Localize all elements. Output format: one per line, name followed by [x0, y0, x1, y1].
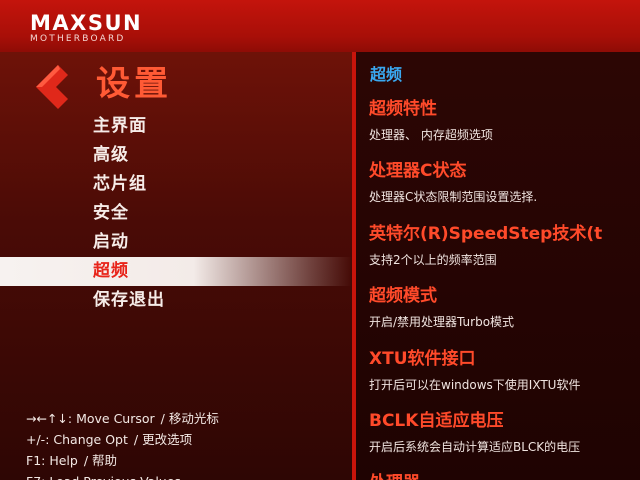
key-hint: +/-: Change Opt / 更改选项 [26, 429, 219, 450]
key-legend: →←↑↓: Move Cursor / 移动光标 +/-: Change Opt /… [26, 408, 219, 480]
option-description: 处理器、 内存超频选项 [369, 128, 493, 142]
option-title: 英特尔(R)SpeedStep技术(t [369, 224, 603, 244]
key-name: F1: Help [26, 453, 78, 468]
brand-name: MAXSUN [30, 11, 143, 35]
key-hint: F1: Help / 帮助 [26, 450, 219, 471]
menu-item-main[interactable]: 主界面 [0, 112, 352, 141]
option-description: 支持2个以上的频率范围 [369, 253, 497, 267]
back-arrow-icon[interactable] [28, 62, 78, 112]
section-title: 超频 [370, 65, 403, 84]
key-name: →←↑↓: Move Cursor [26, 411, 155, 426]
option-overclock-features[interactable]: 超频特性 处理器、 内存超频选项 [369, 98, 493, 144]
menu-item-security[interactable]: 安全 [0, 199, 352, 228]
brand-bar: MAXSUN MOTHERBOARD [0, 0, 640, 52]
key-description: / 帮助 [83, 453, 118, 468]
option-description: 开启后系统会自动计算适应BLCK的电压 [369, 440, 581, 454]
option-speedstep[interactable]: 英特尔(R)SpeedStep技术(t 支持2个以上的频率范围 [369, 223, 602, 269]
option-title: 超频特性 [369, 99, 437, 119]
maxsun-logo: MAXSUN MOTHERBOARD [30, 12, 142, 45]
menu-item-save-exit[interactable]: 保存退出 [0, 286, 352, 315]
option-xtu-interface[interactable]: XTU软件接口 打开后可以在windows下使用IXTU软件 [369, 348, 580, 394]
option-description: 处理器C状态限制范围设置选择. [369, 190, 538, 204]
key-description: / 更改选项 [133, 432, 193, 447]
option-title: 处理器C状态 [369, 161, 467, 181]
key-name: +/-: Change Opt [26, 432, 128, 447]
brand-subtitle: MOTHERBOARD [30, 34, 126, 44]
page-title: 设置 [96, 64, 172, 104]
key-name: F7: Load Previous Values [26, 474, 181, 480]
option-title: 超频模式 [369, 286, 437, 306]
option-turbo-mode[interactable]: 超频模式 开启/禁用处理器Turbo模式 [369, 285, 514, 331]
option-processor[interactable]: 处理器 [369, 472, 420, 480]
option-title: XTU软件接口 [369, 349, 476, 369]
key-description: / 移动光标 [160, 411, 219, 426]
option-cpu-c-state[interactable]: 处理器C状态 处理器C状态限制范围设置选择. [369, 160, 537, 206]
menu-item-overclock[interactable]: 超频 [0, 257, 352, 286]
bios-screen: MAXSUN MOTHERBOARD 设置 主界面 高级 芯片组 安全 启动 超… [0, 0, 640, 480]
option-title: BCLK自适应电压 [369, 411, 504, 431]
key-hint: →←↑↓: Move Cursor / 移动光标 [26, 408, 219, 429]
right-panel: 超频 超频特性 处理器、 内存超频选项 处理器C状态 处理器C状态限制范围设置选… [356, 52, 640, 480]
option-description: 打开后可以在windows下使用IXTU软件 [369, 378, 581, 392]
menu-item-boot[interactable]: 启动 [0, 228, 352, 257]
menu-item-chipset[interactable]: 芯片组 [0, 170, 352, 199]
left-panel: 设置 主界面 高级 芯片组 安全 启动 超频 保存退出 →←↑↓: Move C… [0, 52, 352, 480]
main-menu: 主界面 高级 芯片组 安全 启动 超频 保存退出 [0, 112, 352, 315]
menu-item-advanced[interactable]: 高级 [0, 141, 352, 170]
option-title: 处理器 [369, 472, 420, 480]
option-bclk-adaptive-voltage[interactable]: BCLK自适应电压 开启后系统会自动计算适应BLCK的电压 [369, 410, 580, 456]
option-description: 开启/禁用处理器Turbo模式 [369, 315, 515, 329]
key-hint: F7: Load Previous Values [26, 471, 219, 480]
